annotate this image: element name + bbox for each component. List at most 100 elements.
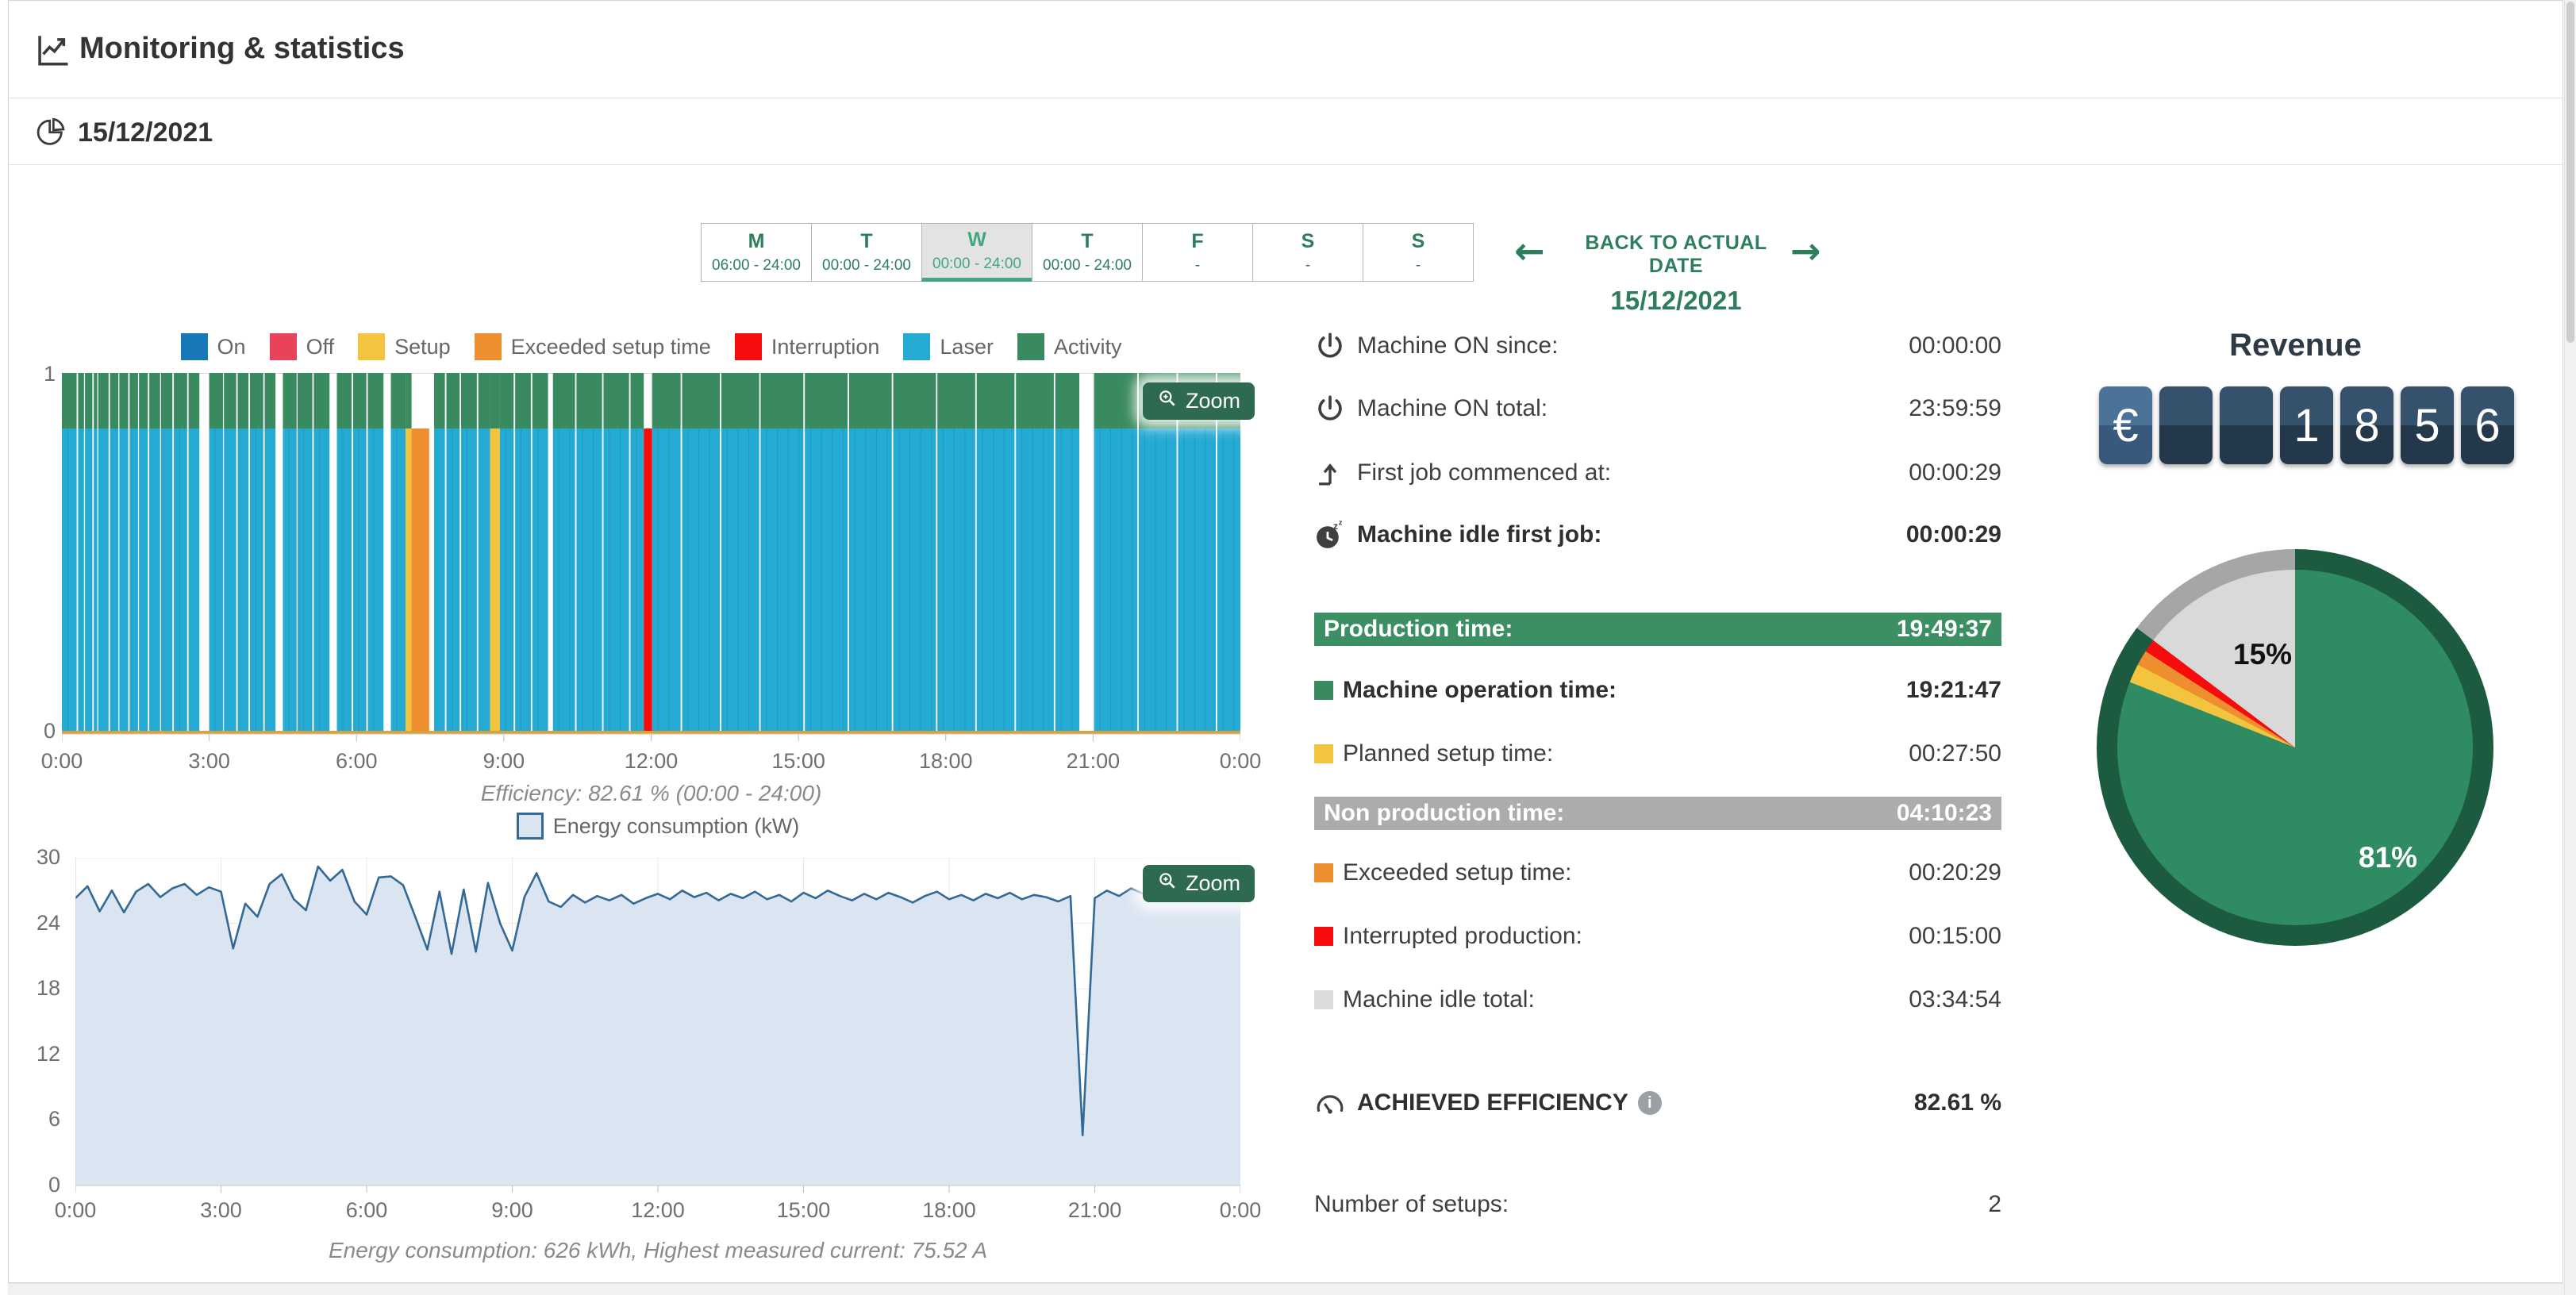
efficiency-caption: Efficiency: 82.61 % (00:00 - 24:00): [62, 781, 1240, 806]
pie-chart-icon: [36, 116, 67, 148]
legend-swatch: [517, 813, 544, 840]
current-date: 15/12/2021: [78, 117, 213, 148]
power-icon: [1314, 392, 1348, 425]
magnifier-icon: [1157, 388, 1178, 414]
x-tick-label: 3:00: [200, 1198, 242, 1223]
legend-swatch: [358, 333, 385, 360]
weekday-cell-s[interactable]: S-: [1363, 223, 1474, 282]
horizontal-scrollbar[interactable]: [8, 1283, 2564, 1295]
weekday-cell-t[interactable]: T00:00 - 24:00: [811, 223, 922, 282]
legend-label: Energy consumption (kW): [553, 814, 800, 839]
x-tick-label: 0:00: [55, 1198, 97, 1223]
y-tick-label: 6: [27, 1107, 60, 1132]
stat-value: 00:15:00: [1909, 923, 2001, 950]
timeline-zoom-button[interactable]: Zoom: [1143, 382, 1255, 420]
page-title: Monitoring & statistics: [79, 32, 405, 66]
weekday-letter: T: [860, 232, 872, 252]
y-tick-label: 0: [27, 1173, 60, 1197]
weekday-cell-f[interactable]: F-: [1142, 223, 1253, 282]
legend-label: Activity: [1054, 335, 1122, 359]
weekday-cell-w[interactable]: W00:00 - 24:00: [921, 223, 1032, 282]
stat-label: Machine ON since:: [1357, 332, 1558, 359]
timeline-legend: OnOffSetupExceeded setup timeInterruptio…: [62, 333, 1240, 360]
energy-zoom-button[interactable]: Zoom: [1143, 865, 1255, 902]
timeline-ytick-min: 0: [22, 719, 56, 744]
legend-label: Laser: [940, 335, 994, 359]
stat-label: ACHIEVED EFFICIENCYi: [1357, 1089, 1662, 1116]
stat-value: 00:00:29: [1909, 459, 2001, 486]
legend-item-energy-consumption: Energy consumption (kW): [517, 813, 800, 840]
right-arrow-icon: →: [1790, 229, 1821, 272]
y-tick-label: 18: [27, 976, 60, 1001]
nav-date-label: 15/12/2021: [1557, 286, 1795, 316]
next-day-button[interactable]: →: [1790, 232, 1821, 269]
stat-banner-value: 04:10:23: [1897, 800, 1992, 827]
revenue-digit-tile: 6: [2461, 386, 2514, 464]
energy-area-svg: [75, 858, 1240, 1195]
stat-row-machine-idle-first-job-: zzMachine idle first job:00:00:29: [1314, 511, 2001, 559]
weekday-cell-s[interactable]: S-: [1252, 223, 1363, 282]
timeline-chart: [62, 373, 1240, 744]
revenue-pie-chart: 81% 15%: [2097, 549, 2493, 946]
timeline-ytick-max: 1: [22, 362, 56, 386]
legend-label: Interruption: [771, 335, 880, 359]
back-to-actual-date-button[interactable]: BACK TO ACTUAL DATE 15/12/2021: [1557, 232, 1795, 316]
stat-value: 2: [1988, 1191, 2001, 1218]
color-swatch: [1314, 863, 1333, 882]
weekday-range: 00:00 - 24:00: [1043, 258, 1132, 273]
info-icon[interactable]: i: [1638, 1091, 1662, 1115]
stat-row-exceeded-setup-time-: Exceeded setup time:00:20:29: [1314, 849, 2001, 897]
revenue-empty-tile: [2159, 386, 2213, 464]
stat-label: Machine ON total:: [1357, 395, 1548, 422]
stat-row-interrupted-production-: Interrupted production: 00:15:00: [1314, 913, 2001, 960]
stat-row-planned-setup-time-: Planned setup time:00:27:50: [1314, 730, 2001, 778]
x-tick-label: 12:00: [631, 1198, 685, 1223]
pie-label-81: 81%: [2359, 841, 2417, 874]
energy-legend: Energy consumption (kW): [75, 813, 1240, 840]
monitoring-page: Monitoring & statistics 15/12/2021 M06:0…: [0, 0, 2576, 1295]
legend-swatch: [475, 333, 502, 360]
legend-swatch: [903, 333, 930, 360]
vertical-scrollbar-thumb[interactable]: [2566, 2, 2574, 343]
stat-row-first-job-commenced-at-: First job commenced at:00:00:29: [1314, 449, 2001, 497]
revenue-digit-tile: 5: [2401, 386, 2454, 464]
revenue-title: Revenue: [2095, 328, 2496, 363]
x-tick-label: 12:00: [625, 749, 679, 774]
x-tick-label: 15:00: [777, 1198, 831, 1223]
gauge-icon: [1314, 1086, 1348, 1120]
energy-chart: [75, 858, 1240, 1195]
energy-zoom-label: Zoom: [1186, 871, 1240, 896]
color-swatch: [1314, 990, 1333, 1009]
svg-text:z: z: [1333, 521, 1338, 532]
stat-row-number-of-setups-: Number of setups:2: [1314, 1181, 2001, 1228]
pie-label-15: 15%: [2233, 638, 2292, 671]
x-tick-label: 6:00: [346, 1198, 388, 1223]
legend-label: Exceeded setup time: [511, 335, 711, 359]
stat-label: Planned setup time:: [1343, 740, 1553, 767]
first-job-icon: [1314, 456, 1348, 490]
x-tick-label: 18:00: [919, 749, 973, 774]
legend-item-setup: Setup: [358, 333, 451, 360]
x-tick-label: 9:00: [483, 749, 525, 774]
stat-value: 00:00:29: [1906, 521, 2001, 548]
legend-item-activity: Activity: [1017, 333, 1122, 360]
weekday-range: -: [1195, 258, 1200, 273]
weekday-cell-t[interactable]: T00:00 - 24:00: [1032, 223, 1143, 282]
stat-row-machine-on-since-: Machine ON since: 00:00:00: [1314, 322, 2001, 370]
vertical-scrollbar[interactable]: [2564, 0, 2576, 1295]
y-tick-label: 24: [27, 911, 60, 936]
stat-row-machine-idle-total-: Machine idle total:03:34:54: [1314, 976, 2001, 1024]
weekday-cell-m[interactable]: M06:00 - 24:00: [701, 223, 812, 282]
revenue-digit-tile: €: [2099, 386, 2152, 464]
stat-banner-non-production-time-: Non production time:04:10:23: [1314, 797, 2001, 830]
color-swatch: [1314, 927, 1333, 946]
stat-label: Interrupted production:: [1343, 923, 1582, 950]
timeline-bars-svg: [62, 373, 1240, 744]
revenue-display: €1856: [2099, 386, 2514, 464]
revenue-digit-tile: 1: [2280, 386, 2333, 464]
weekday-letter: W: [967, 230, 986, 250]
stat-banner-production-time-: Production time:19:49:37: [1314, 613, 2001, 646]
previous-day-button[interactable]: ←: [1514, 232, 1545, 269]
stat-value: 00:00:00: [1909, 332, 2001, 359]
idle-clock-icon: zz: [1314, 518, 1348, 551]
